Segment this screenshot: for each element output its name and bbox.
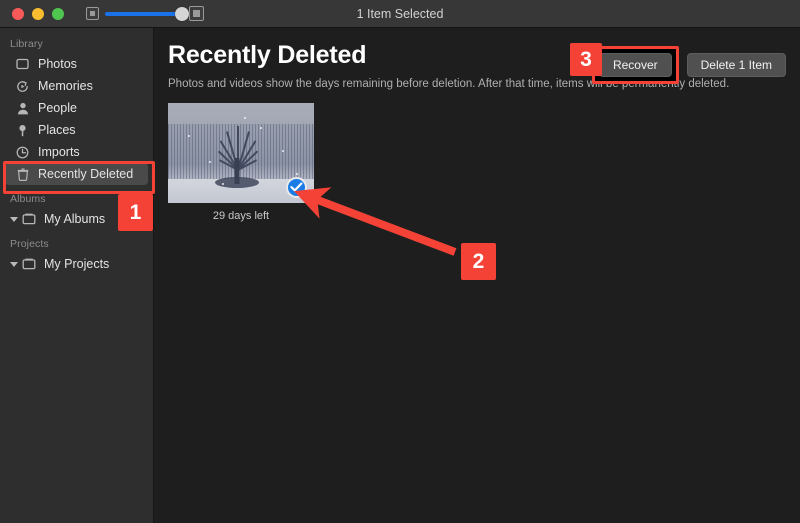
sidebar-item-people[interactable]: People <box>5 97 148 119</box>
photo-cell[interactable]: 29 days left <box>168 102 314 222</box>
chevron-down-icon[interactable] <box>10 216 18 222</box>
photo-thumbnail[interactable] <box>168 102 314 203</box>
sidebar: Library Photos Memories People Places Im… <box>0 28 154 523</box>
sidebar-item-imports[interactable]: Imports <box>5 141 148 163</box>
page-subtitle: Photos and videos show the days remainin… <box>168 77 730 90</box>
sidebar-item-memories[interactable]: Memories <box>5 75 148 97</box>
small-thumbnail-icon[interactable] <box>86 7 99 20</box>
sidebar-item-label: Imports <box>38 145 80 159</box>
memories-icon <box>14 80 31 93</box>
window-body: Library Photos Memories People Places Im… <box>0 28 800 523</box>
people-icon <box>14 102 31 115</box>
window-titlebar: 1 Item Selected <box>0 0 800 28</box>
sidebar-item-places[interactable]: Places <box>5 119 148 141</box>
annotation-badge-2: 2 <box>461 243 496 280</box>
sidebar-item-label: My Albums <box>44 212 106 226</box>
main-header: Recently Deleted Photos and videos show … <box>154 41 800 91</box>
photos-app-window: 1 Item Selected Library Photos Memories … <box>0 0 800 523</box>
photo-selected-checkmark-icon[interactable] <box>286 176 307 198</box>
sidebar-item-label: Memories <box>38 79 93 93</box>
project-icon <box>20 258 37 270</box>
sidebar-item-label: Recently Deleted <box>38 167 134 181</box>
photos-icon <box>14 58 31 70</box>
sidebar-item-recently-deleted[interactable]: Recently Deleted <box>5 163 148 185</box>
delete-items-button[interactable]: Delete 1 Item <box>686 53 786 77</box>
sidebar-item-label: My Projects <box>44 257 110 271</box>
chevron-down-icon[interactable] <box>10 261 18 267</box>
photo-grid: 29 days left <box>154 91 800 222</box>
album-icon <box>20 213 37 225</box>
sidebar-section-library: Library <box>10 38 43 50</box>
sidebar-item-label: Places <box>38 123 76 137</box>
header-text-group: Recently Deleted Photos and videos show … <box>168 41 730 91</box>
zoom-slider-knob[interactable] <box>175 6 189 21</box>
sidebar-item-label: People <box>38 101 77 115</box>
header-actions: Recover Delete 1 Item <box>591 42 786 84</box>
large-thumbnail-icon[interactable] <box>189 6 204 21</box>
thumbnail-zoom-slider[interactable] <box>86 6 204 21</box>
close-icon[interactable] <box>12 7 24 20</box>
zoom-slider-track[interactable] <box>105 6 189 21</box>
maximize-icon[interactable] <box>52 7 64 20</box>
annotation-badge-3: 3 <box>570 43 602 76</box>
imports-icon <box>14 146 31 159</box>
sidebar-section-projects: Projects <box>10 238 49 250</box>
minimize-icon[interactable] <box>32 7 44 20</box>
sidebar-item-photos[interactable]: Photos <box>5 53 148 75</box>
annotation-badge-1: 1 <box>118 194 153 231</box>
recover-button[interactable]: Recover <box>598 53 672 77</box>
sidebar-item-label: Photos <box>38 57 77 71</box>
trash-icon <box>14 168 31 181</box>
photo-tree-trunk <box>234 157 240 184</box>
places-icon <box>14 124 31 137</box>
sidebar-item-my-projects[interactable]: My Projects <box>5 253 148 275</box>
page-title: Recently Deleted <box>168 41 367 69</box>
recover-button-highlight: Recover <box>591 46 679 84</box>
traffic-light-buttons <box>0 7 64 20</box>
photo-caption: 29 days left <box>212 209 270 222</box>
